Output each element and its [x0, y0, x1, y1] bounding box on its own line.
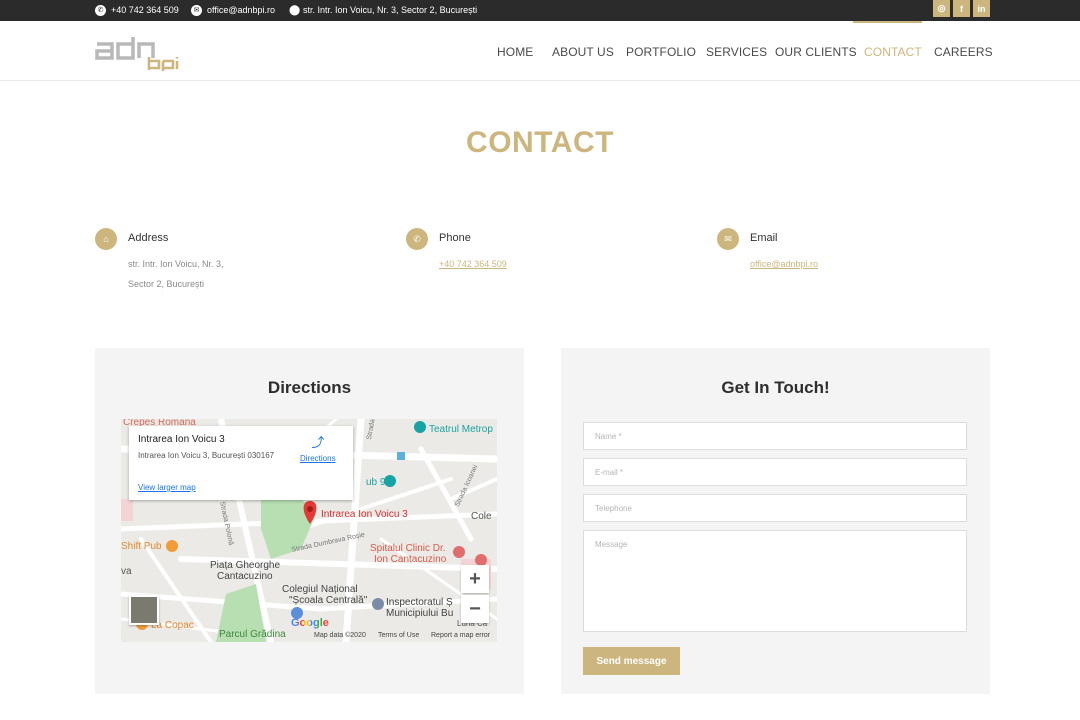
- email-input[interactable]: [584, 459, 966, 485]
- topbar-address-text: str. Intr. Ion Voicu, Nr. 3, Sector 2, B…: [303, 5, 478, 15]
- message-field-wrap: [583, 530, 967, 632]
- directions-title: Directions: [267, 378, 352, 397]
- phone-icon: ✆: [95, 4, 106, 16]
- name-input[interactable]: [584, 423, 966, 449]
- envelope-icon: ✉: [717, 228, 739, 250]
- instagram-icon[interactable]: ◎: [933, 0, 950, 17]
- name-field-wrap: [583, 422, 967, 450]
- topbar-phone-text: +40 742 364 509: [111, 5, 179, 15]
- map-directions-link[interactable]: Directions: [300, 454, 336, 463]
- map-label-va: va: [121, 566, 132, 577]
- facebook-icon[interactable]: f: [953, 0, 970, 17]
- map-label-cole: Cole: [471, 511, 492, 522]
- map-card-address: Intrarea Ion Voicu 3, București 030167: [138, 451, 275, 460]
- message-textarea[interactable]: [584, 531, 966, 631]
- map-label-shift-pub: Shift Pub: [121, 541, 162, 552]
- nav-contact[interactable]: CONTACT: [864, 45, 922, 59]
- map-data-credit: Map data ©2020: [314, 632, 366, 639]
- map-card-title: Intrarea Ion Voicu 3: [138, 434, 225, 445]
- map-report-link[interactable]: Report a map error: [431, 632, 490, 639]
- envelope-icon: ✉: [191, 4, 202, 16]
- send-message-button[interactable]: Send message: [583, 647, 680, 675]
- map-label-piata: Piața Gheorghe: [210, 560, 281, 571]
- google-map[interactable]: Crêpes Romană Teatrul Metrop ub 99 Shift…: [121, 419, 497, 642]
- map-pin-icon: ⬤: [289, 4, 301, 16]
- top-info-bar: ✆ +40 742 364 509 ✉ office@adnbpi.ro ⬤ s…: [0, 0, 1080, 21]
- zoom-out-button[interactable]: −: [461, 595, 489, 623]
- topbar-email-text: office@adnbpi.ro: [207, 5, 276, 15]
- phone-icon: ✆: [406, 228, 428, 250]
- address-title: Address: [128, 232, 169, 244]
- view-larger-map-link[interactable]: View larger map: [138, 483, 196, 492]
- map-label-teatrul: Teatrul Metrop: [429, 424, 493, 435]
- phone-title: Phone: [439, 232, 471, 244]
- nav-our-clients[interactable]: OUR CLIENTS: [775, 45, 857, 59]
- email-link[interactable]: office@adnbpi.ro: [750, 259, 818, 269]
- topbar-email[interactable]: ✉ office@adnbpi.ro: [191, 3, 275, 17]
- telephone-input[interactable]: [584, 495, 966, 521]
- telephone-field-wrap: [583, 494, 967, 522]
- map-label-colegiul-2: "Școala Centrală": [289, 595, 368, 606]
- address-line-1: str. Intr. Ion Voicu, Nr. 3,: [128, 259, 224, 269]
- address-line-2: Sector 2, București: [128, 279, 205, 289]
- linkedin-icon[interactable]: in: [973, 0, 990, 17]
- google-logo-text: Google: [291, 617, 329, 629]
- adn-bpi-logo[interactable]: [95, 31, 181, 71]
- map-label-piata-2: Cantacuzino: [217, 571, 273, 582]
- nav-careers[interactable]: CAREERS: [934, 45, 993, 59]
- map-label-spital: Spitalul Clinic Dr.: [370, 543, 446, 554]
- map-label-colegiul: Colegiul Național: [282, 584, 358, 595]
- map-label-inspectoratul: Inspectoratul Ș: [386, 597, 453, 608]
- email-title: Email: [750, 232, 778, 244]
- map-label-spital-2: Ion Cantacuzino: [374, 554, 447, 565]
- nav-about-us[interactable]: ABOUT US: [552, 45, 614, 59]
- topbar-address: ⬤ str. Intr. Ion Voicu, Nr. 3, Sector 2,…: [289, 3, 477, 17]
- topbar-phone[interactable]: ✆ +40 742 364 509: [95, 3, 179, 17]
- nav-services[interactable]: SERVICES: [706, 45, 767, 59]
- map-terms-link[interactable]: Terms of Use: [378, 632, 419, 639]
- page-title: CONTACT: [466, 126, 614, 159]
- email-field-wrap: [583, 458, 967, 486]
- form-title: Get In Touch!: [721, 378, 830, 397]
- site-header: HOME ABOUT US PORTFOLIO SERVICES OUR CLI…: [0, 21, 1080, 81]
- map-label-parcul: Parcul Grădina: [219, 629, 286, 640]
- map-label-inspectoratul-2: Municipiului Bu: [386, 608, 454, 619]
- nav-portfolio[interactable]: PORTFOLIO: [626, 45, 696, 59]
- home-icon: ⌂: [95, 228, 117, 250]
- map-pin-label[interactable]: Intrarea Ion Voicu 3: [321, 509, 408, 520]
- map-label-pub99: ub 99: [366, 477, 392, 488]
- directions-icon[interactable]: ⤴: [310, 435, 326, 451]
- satellite-toggle[interactable]: [129, 595, 159, 625]
- zoom-in-button[interactable]: +: [461, 565, 489, 593]
- phone-link[interactable]: +40 742 364 509: [439, 259, 507, 269]
- map-info-card: Intrarea Ion Voicu 3 Intrarea Ion Voicu …: [129, 426, 353, 500]
- nav-home[interactable]: HOME: [497, 45, 533, 59]
- google-logo: Google: [291, 617, 329, 629]
- active-nav-indicator: [853, 21, 922, 23]
